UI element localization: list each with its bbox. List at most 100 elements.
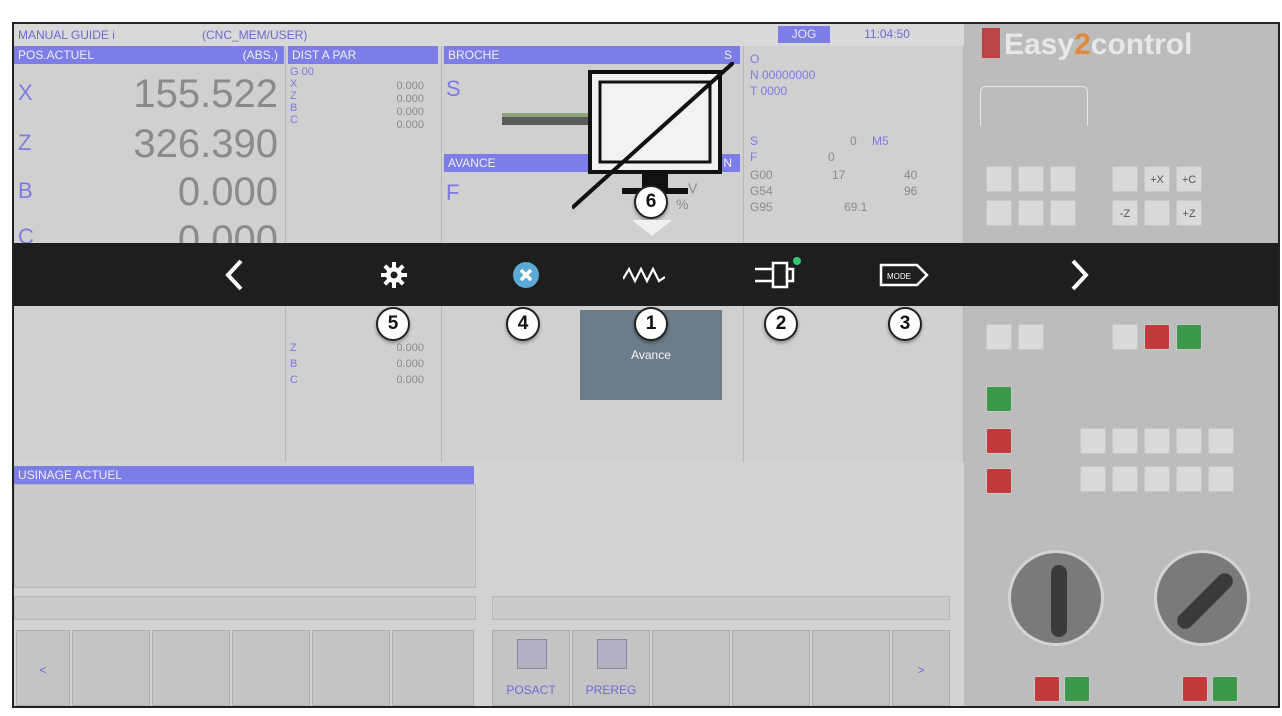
key-plus-c[interactable]: +C (1176, 166, 1202, 192)
key-15[interactable] (1176, 428, 1202, 454)
dist-z-letter: Z (290, 90, 297, 102)
key-19[interactable] (1144, 466, 1170, 492)
softkey-next-label: > (917, 663, 925, 677)
next-button[interactable] (1060, 243, 1100, 306)
status-dot (793, 256, 801, 265)
key-minus-z[interactable]: -Z (1112, 200, 1138, 226)
key-21[interactable] (1208, 466, 1234, 492)
key-plus-z[interactable]: +Z (1176, 200, 1202, 226)
key-green-1[interactable] (1176, 324, 1202, 350)
badge-4: 4 (506, 307, 540, 341)
key-2[interactable] (1018, 166, 1044, 192)
key-18[interactable] (1112, 466, 1138, 492)
key-6[interactable] (1018, 200, 1044, 226)
machining-panel (14, 484, 476, 588)
dist-x-letter: X (290, 78, 298, 90)
key-20[interactable] (1176, 466, 1202, 492)
key-16[interactable] (1208, 428, 1234, 454)
dial-knob-2 (1173, 569, 1237, 633)
key-7[interactable] (1050, 200, 1076, 226)
g-row-3-b: 69.1 (844, 200, 868, 214)
softkey-next[interactable]: > (892, 630, 950, 706)
axis-x-letter: X (18, 80, 33, 105)
key-12[interactable] (1080, 428, 1106, 454)
key-red-1[interactable] (1144, 324, 1170, 350)
dist2-b-letter: B (290, 358, 298, 370)
key-13[interactable] (1112, 428, 1138, 454)
axis-b-letter: B (18, 178, 33, 203)
softkey-prev[interactable]: < (16, 630, 70, 706)
axis-x-value: 155.522 (133, 72, 278, 116)
dist2-b-value: 0.000 (396, 358, 424, 370)
badge-2: 2 (764, 307, 798, 341)
dist-x-value: 0.000 (396, 80, 424, 92)
tab-keypad[interactable] (980, 86, 1088, 126)
cnc-screen: MANUAL GUIDE i (CNC_MEM/USER) JOG 11:04:… (14, 24, 964, 706)
softkey-1[interactable] (72, 630, 150, 706)
key-5[interactable] (986, 200, 1012, 226)
close-button[interactable] (504, 243, 548, 306)
key-green-2[interactable] (986, 386, 1012, 412)
key-red-4[interactable] (1034, 676, 1060, 702)
key-11[interactable] (1112, 324, 1138, 350)
table-icon (517, 639, 547, 669)
spindle-letter: S (446, 76, 461, 101)
key-4[interactable] (1112, 166, 1138, 192)
key-8[interactable] (1144, 200, 1170, 226)
info-o: O (750, 52, 760, 66)
key-red-2[interactable] (986, 428, 1012, 454)
dist-c-letter: C (290, 114, 298, 126)
info-t: T 0000 (750, 84, 788, 98)
softkey-2[interactable] (152, 630, 230, 706)
distance-header: DIST A PAR (288, 46, 438, 64)
key-red-3[interactable] (986, 468, 1012, 494)
softkey-prereg[interactable]: PREREG (572, 630, 650, 706)
overlay-toolbar: MODE (14, 243, 1278, 306)
feed-button[interactable] (614, 243, 674, 306)
softkey-3[interactable] (232, 630, 310, 706)
g-row-2-a: G54 (750, 184, 773, 198)
softkey-posact[interactable]: POSACT (492, 630, 570, 706)
key-17[interactable] (1080, 466, 1106, 492)
feed-override-dial[interactable] (1008, 550, 1104, 646)
info-f-value: 0 (828, 150, 835, 164)
key-3[interactable] (1050, 166, 1076, 192)
key-green-4[interactable] (1212, 676, 1238, 702)
key-10[interactable] (1018, 324, 1044, 350)
key-green-3[interactable] (1064, 676, 1090, 702)
info-m5: M5 (872, 134, 889, 148)
softkey-10[interactable] (812, 630, 890, 706)
settings-button[interactable] (372, 243, 416, 306)
softkey-5[interactable] (392, 630, 474, 706)
key-9[interactable] (986, 324, 1012, 350)
position-header: POS.ACTUEL (ABS.) (14, 46, 284, 64)
down-arrow-icon (632, 220, 672, 236)
softkey-8[interactable] (652, 630, 730, 706)
prev-button[interactable] (214, 243, 254, 306)
program-label: (CNC_MEM/USER) (202, 28, 308, 42)
info-s-value: 0 (850, 134, 857, 148)
badge-1: 1 (634, 307, 668, 341)
mode-button[interactable]: MODE (870, 243, 940, 306)
softkey-prereg-label: PREREG (585, 683, 637, 697)
machining-header: USINAGE ACTUEL (14, 466, 474, 484)
dial-knob (1051, 565, 1067, 637)
tab-settings[interactable] (1092, 86, 1182, 126)
g-row-3-a: G95 (750, 200, 773, 214)
key-1[interactable] (986, 166, 1012, 192)
softkey-4[interactable] (312, 630, 390, 706)
key-plus-x[interactable]: +X (1144, 166, 1170, 192)
mode-icon: MODE (879, 263, 929, 286)
axis-z-value: 326.390 (133, 122, 278, 166)
dist2-z-letter: Z (290, 342, 297, 354)
connector-button[interactable] (744, 243, 814, 306)
softkey-9[interactable] (732, 630, 810, 706)
spindle-override-dial[interactable] (1154, 550, 1250, 646)
key-red-5[interactable] (1182, 676, 1208, 702)
softkey-prev-label: < (39, 663, 47, 677)
message-bar-left (14, 596, 476, 620)
brand-logo: Easy2control (982, 28, 1262, 62)
key-14[interactable] (1144, 428, 1170, 454)
emco-logo (982, 28, 1000, 58)
feed-letter: F (446, 180, 460, 205)
